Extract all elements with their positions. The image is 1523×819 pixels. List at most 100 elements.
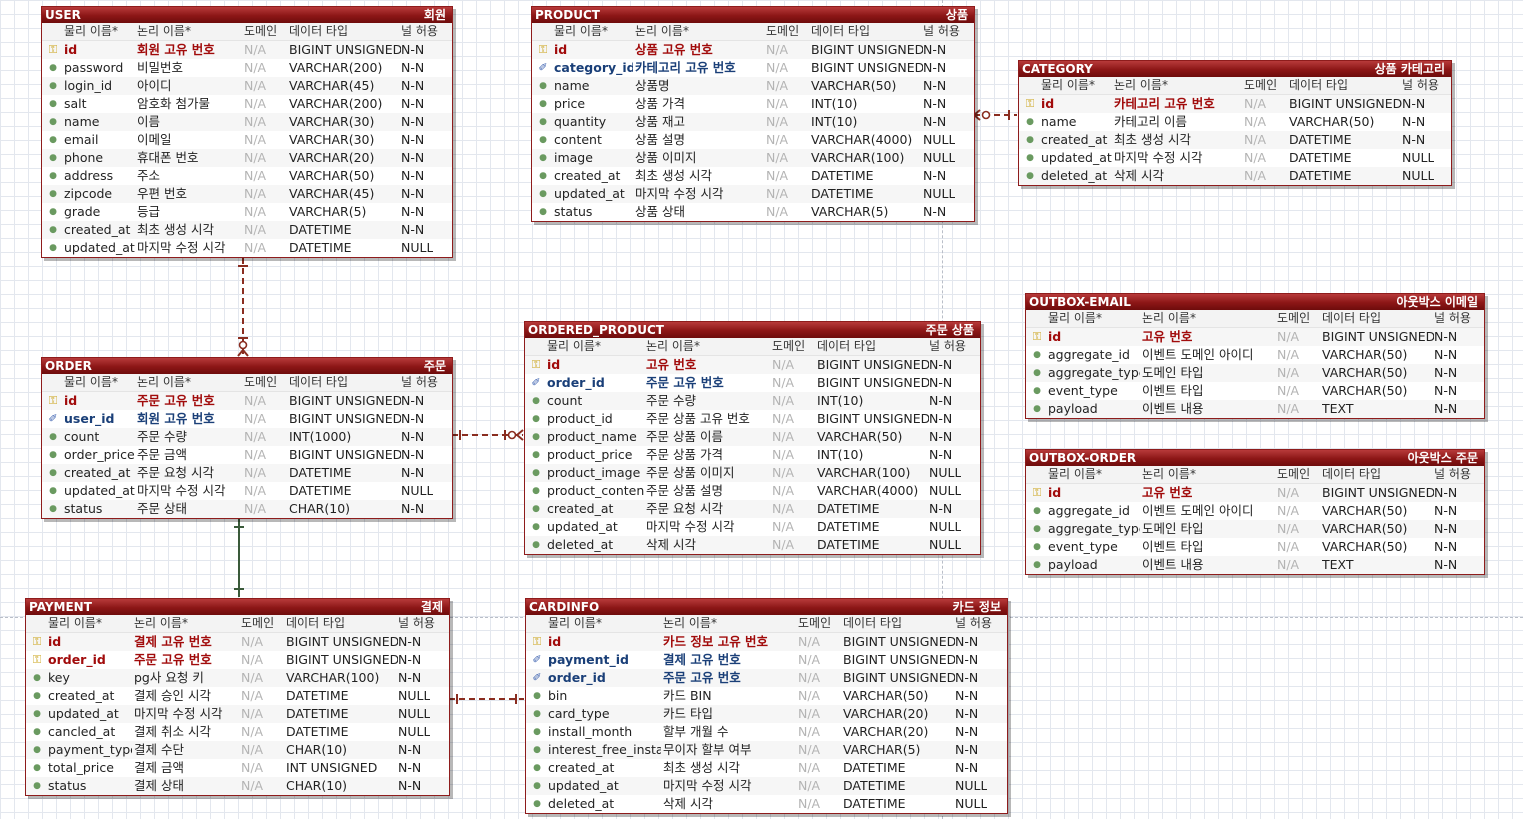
attribute-row[interactable]: ● product_content 주문 상품 설명 N/A VARCHAR(4000)… bbox=[525, 482, 980, 500]
attribute-row[interactable]: ● salt 암호화 첨가물 N/A VARCHAR(200) N-N bbox=[42, 95, 452, 113]
attribute-row[interactable]: ⚿ id 고유 번호 N/A BIGINT UNSIGNED N-N bbox=[1026, 484, 1484, 502]
attribute-row[interactable]: ⚿ id 주문 고유 번호 N/A BIGINT UNSIGNED N-N bbox=[42, 392, 452, 410]
attribute-row[interactable]: ● count 주문 수량 N/A INT(1000) N-N bbox=[42, 428, 452, 446]
attribute-row[interactable]: ● created_at 결제 승인 시각 N/A DATETIME NULL bbox=[26, 687, 449, 705]
bullet-icon: ● bbox=[1033, 404, 1041, 414]
entity-header[interactable]: ORDERED_PRODUCT 주문 상품 bbox=[525, 322, 980, 338]
attribute-row[interactable]: ● price 상품 가격 N/A INT(10) N-N bbox=[532, 95, 974, 113]
attribute-row[interactable]: ● total_price 결제 금액 N/A INT UNSIGNED N-N bbox=[26, 759, 449, 777]
attribute-row[interactable]: ● name 카테고리 이름 N/A VARCHAR(50) N-N bbox=[1019, 113, 1451, 131]
attribute-row[interactable]: ● updated_at 마지막 수정 시각 N/A DATETIME NULL bbox=[525, 518, 980, 536]
attribute-row[interactable]: ⚿ id 상품 고유 번호 N/A BIGINT UNSIGNED N-N bbox=[532, 41, 974, 59]
attribute-nullable: N-N bbox=[401, 447, 425, 462]
entity-cardinfo[interactable]: CARDINFO 카드 정보 물리 이름* 논리 이름* 도메인 데이터 타입 널 허용 ⚿ i… bbox=[525, 598, 1008, 814]
attribute-row[interactable]: ● card_type 카드 타입 N/A VARCHAR(20) N-N bbox=[526, 705, 1007, 723]
entity-ordered-product[interactable]: ORDERED_PRODUCT 주문 상품 물리 이름* 논리 이름* 도메인 데이터 타… bbox=[524, 321, 981, 555]
attribute-row[interactable]: ● deleted_at 삭제 시각 N/A DATETIME NULL bbox=[525, 536, 980, 554]
entity-header[interactable]: OUTBOX-ORDER 아웃박스 주문 bbox=[1026, 450, 1484, 466]
attribute-row[interactable]: ● payload 이벤트 내용 N/A TEXT N-N bbox=[1026, 556, 1484, 574]
attribute-row[interactable]: ● address 주소 N/A VARCHAR(50) N-N bbox=[42, 167, 452, 185]
attribute-row[interactable]: ● payment_type 결제 수단 N/A CHAR(10) N-N bbox=[26, 741, 449, 759]
attribute-nullable: N-N bbox=[1434, 347, 1458, 362]
entity-header[interactable]: CARDINFO 카드 정보 bbox=[526, 599, 1007, 615]
attribute-row[interactable]: ● aggregate_id 이벤트 도메인 아이디 N/A VARCHAR(50) N-… bbox=[1026, 346, 1484, 364]
attribute-row[interactable]: ● updated_at 마지막 수정 시각 N/A DATETIME NULL bbox=[532, 185, 974, 203]
attribute-row[interactable]: ✐ user_id 회원 고유 번호 N/A BIGINT UNSIGNED N-N bbox=[42, 410, 452, 428]
attribute-row[interactable]: ● aggregate_type 도메인 타입 N/A VARCHAR(50) N-N bbox=[1026, 520, 1484, 538]
entity-header[interactable]: CATEGORY 상품 카테고리 bbox=[1019, 61, 1451, 77]
attribute-row[interactable]: ● quantity 상품 재고 N/A INT(10) N-N bbox=[532, 113, 974, 131]
attribute-row[interactable]: ● deleted_at 삭제 시각 N/A DATETIME NULL bbox=[1019, 167, 1451, 185]
attribute-row[interactable]: ● status 상품 상태 N/A VARCHAR(5) N-N bbox=[532, 203, 974, 221]
entity-payment[interactable]: PAYMENT 결제 물리 이름* 논리 이름* 도메인 데이터 타입 널 허용 ⚿ id 결제 … bbox=[25, 598, 450, 796]
bullet-icon: ● bbox=[539, 189, 547, 199]
entity-order[interactable]: ORDER 주문 물리 이름* 논리 이름* 도메인 데이터 타입 널 허용 ⚿ id 주문 고유… bbox=[41, 357, 453, 519]
entity-header[interactable]: PRODUCT 상품 bbox=[532, 7, 974, 23]
attribute-row[interactable]: ● image 상품 이미지 N/A VARCHAR(100) NULL bbox=[532, 149, 974, 167]
attribute-row[interactable]: ● password 비밀번호 N/A VARCHAR(200) N-N bbox=[42, 59, 452, 77]
attribute-row[interactable]: ● status 결제 상태 N/A CHAR(10) N-N bbox=[26, 777, 449, 795]
attribute-row[interactable]: ● zipcode 우편 번호 N/A VARCHAR(45) N-N bbox=[42, 185, 452, 203]
entity-product[interactable]: PRODUCT 상품 물리 이름* 논리 이름* 도메인 데이터 타입 널 허용 ⚿ id 상품 … bbox=[531, 6, 975, 222]
entity-outbox-email[interactable]: OUTBOX-EMAIL 아웃박스 이메일 물리 이름* 논리 이름* 도메인 데이터 타… bbox=[1025, 293, 1485, 419]
attribute-row[interactable]: ● grade 등급 N/A VARCHAR(5) N-N bbox=[42, 203, 452, 221]
attribute-row[interactable]: ● created_at 최초 생성 시각 N/A DATETIME N-N bbox=[1019, 131, 1451, 149]
attribute-row[interactable]: ● name 이름 N/A VARCHAR(30) N-N bbox=[42, 113, 452, 131]
attribute-row[interactable]: ✐ payment_id 결제 고유 번호 N/A BIGINT UNSIGNED N-N bbox=[526, 651, 1007, 669]
attribute-row[interactable]: ● updated_at 마지막 수정 시각 N/A DATETIME NULL bbox=[42, 239, 452, 257]
attribute-row[interactable]: ● product_price 주문 상품 가격 N/A INT(10) N-N bbox=[525, 446, 980, 464]
attribute-row[interactable]: ● bin 카드 BIN N/A VARCHAR(50) N-N bbox=[526, 687, 1007, 705]
attribute-row[interactable]: ● payload 이벤트 내용 N/A TEXT N-N bbox=[1026, 400, 1484, 418]
attribute-row[interactable]: ✐ order_id 주문 고유 번호 N/A BIGINT UNSIGNED N-N bbox=[526, 669, 1007, 687]
attribute-row[interactable]: ⚿ id 결제 고유 번호 N/A BIGINT UNSIGNED N-N bbox=[26, 633, 449, 651]
attribute-row[interactable]: ● order_price 주문 금액 N/A BIGINT UNSIGNED N-N bbox=[42, 446, 452, 464]
entity-header[interactable]: OUTBOX-EMAIL 아웃박스 이메일 bbox=[1026, 294, 1484, 310]
attribute-row[interactable]: ✐ order_id 주문 고유 번호 N/A BIGINT UNSIGNED N-N bbox=[525, 374, 980, 392]
attribute-row[interactable]: ● created_at 주문 요청 시각 N/A DATETIME N-N bbox=[525, 500, 980, 518]
attribute-row[interactable]: ● email 이메일 N/A VARCHAR(30) N-N bbox=[42, 131, 452, 149]
attribute-row[interactable]: ● created_at 최초 생성 시각 N/A DATETIME N-N bbox=[532, 167, 974, 185]
attribute-row[interactable]: ⚿ id 고유 번호 N/A BIGINT UNSIGNED N-N bbox=[525, 356, 980, 374]
attribute-data-type: VARCHAR(50) bbox=[811, 78, 897, 93]
attribute-row[interactable]: ● name 상품명 N/A VARCHAR(50) N-N bbox=[532, 77, 974, 95]
attribute-row[interactable]: ● cancled_at 결제 취소 시각 N/A DATETIME NULL bbox=[26, 723, 449, 741]
erd-canvas[interactable]: USER 회원 물리 이름* 논리 이름* 도메인 데이터 타입 널 허용 ⚿ id 회원 고유 … bbox=[0, 0, 1523, 819]
attribute-row[interactable]: ⚿ id 카드 정보 고유 번호 N/A BIGINT UNSIGNED N-N bbox=[526, 633, 1007, 651]
attribute-row[interactable]: ● count 주문 수량 N/A INT(10) N-N bbox=[525, 392, 980, 410]
attribute-row[interactable]: ● event_type 이벤트 타입 N/A VARCHAR(50) N-N bbox=[1026, 382, 1484, 400]
attribute-row[interactable]: ● interest_free_install 무이자 할부 여부 N/A VARCHA… bbox=[526, 741, 1007, 759]
attribute-row[interactable]: ⚿ order_id 주문 고유 번호 N/A BIGINT UNSIGNED N-N bbox=[26, 651, 449, 669]
attribute-row[interactable]: ● product_image 주문 상품 이미지 N/A VARCHAR(100) NU… bbox=[525, 464, 980, 482]
attribute-row[interactable]: ● updated_at 마지막 수정 시각 N/A DATETIME NULL bbox=[1019, 149, 1451, 167]
attribute-row[interactable]: ● deleted_at 삭제 시각 N/A DATETIME NULL bbox=[526, 795, 1007, 813]
entity-header[interactable]: PAYMENT 결제 bbox=[26, 599, 449, 615]
attribute-row[interactable]: ● updated_at 마지막 수정 시각 N/A DATETIME NULL bbox=[526, 777, 1007, 795]
entity-category[interactable]: CATEGORY 상품 카테고리 물리 이름* 논리 이름* 도메인 데이터 타입 널 허용… bbox=[1018, 60, 1452, 186]
attribute-row[interactable]: ● key pg사 요청 키 N/A VARCHAR(100) N-N bbox=[26, 669, 449, 687]
entity-user[interactable]: USER 회원 물리 이름* 논리 이름* 도메인 데이터 타입 널 허용 ⚿ id 회원 고유 … bbox=[41, 6, 453, 258]
attribute-row[interactable]: ● login_id 아이디 N/A VARCHAR(45) N-N bbox=[42, 77, 452, 95]
attribute-physical-name: id bbox=[1048, 485, 1062, 500]
attribute-row[interactable]: ● event_type 이벤트 타입 N/A VARCHAR(50) N-N bbox=[1026, 538, 1484, 556]
attribute-nullable: N-N bbox=[955, 724, 979, 739]
attribute-row[interactable]: ● created_at 주문 요청 시각 N/A DATETIME N-N bbox=[42, 464, 452, 482]
attribute-row[interactable]: ● updated_at 마지막 수정 시각 N/A DATETIME NULL bbox=[42, 482, 452, 500]
attribute-row[interactable]: ● status 주문 상태 N/A CHAR(10) N-N bbox=[42, 500, 452, 518]
entity-header[interactable]: ORDER 주문 bbox=[42, 358, 452, 374]
attribute-row[interactable]: ● aggregate_type 도메인 타입 N/A VARCHAR(50) N-N bbox=[1026, 364, 1484, 382]
entity-header[interactable]: USER 회원 bbox=[42, 7, 452, 23]
attribute-row[interactable]: ⚿ id 고유 번호 N/A BIGINT UNSIGNED N-N bbox=[1026, 328, 1484, 346]
attribute-row[interactable]: ● phone 휴대폰 번호 N/A VARCHAR(20) N-N bbox=[42, 149, 452, 167]
attribute-row[interactable]: ● product_id 주문 상품 고유 번호 N/A BIGINT UNSIGNED… bbox=[525, 410, 980, 428]
attribute-row[interactable]: ● product_name 주문 상품 이름 N/A VARCHAR(50) N-N bbox=[525, 428, 980, 446]
entity-outbox-order[interactable]: OUTBOX-ORDER 아웃박스 주문 물리 이름* 논리 이름* 도메인 데이터 타입… bbox=[1025, 449, 1485, 575]
attribute-row[interactable]: ⚿ id 회원 고유 번호 N/A BIGINT UNSIGNED N-N bbox=[42, 41, 452, 59]
attribute-row[interactable]: ✐ category_id 카테고리 고유 번호 N/A BIGINT UNSIGNED… bbox=[532, 59, 974, 77]
attribute-row[interactable]: ● content 상품 설명 N/A VARCHAR(4000) NULL bbox=[532, 131, 974, 149]
attribute-row[interactable]: ● updated_at 마지막 수정 시각 N/A DATETIME NULL bbox=[26, 705, 449, 723]
attribute-row[interactable]: ● created_at 최초 생성 시각 N/A DATETIME N-N bbox=[526, 759, 1007, 777]
attribute-row[interactable]: ⚿ id 카테고리 고유 번호 N/A BIGINT UNSIGNED N-N bbox=[1019, 95, 1451, 113]
attribute-row[interactable]: ● install_month 할부 개월 수 N/A VARCHAR(20) N-N bbox=[526, 723, 1007, 741]
attribute-row[interactable]: ● created_at 최초 생성 시각 N/A DATETIME N-N bbox=[42, 221, 452, 239]
attribute-row[interactable]: ● aggregate_id 이벤트 도메인 아이디 N/A VARCHAR(50) N-… bbox=[1026, 502, 1484, 520]
